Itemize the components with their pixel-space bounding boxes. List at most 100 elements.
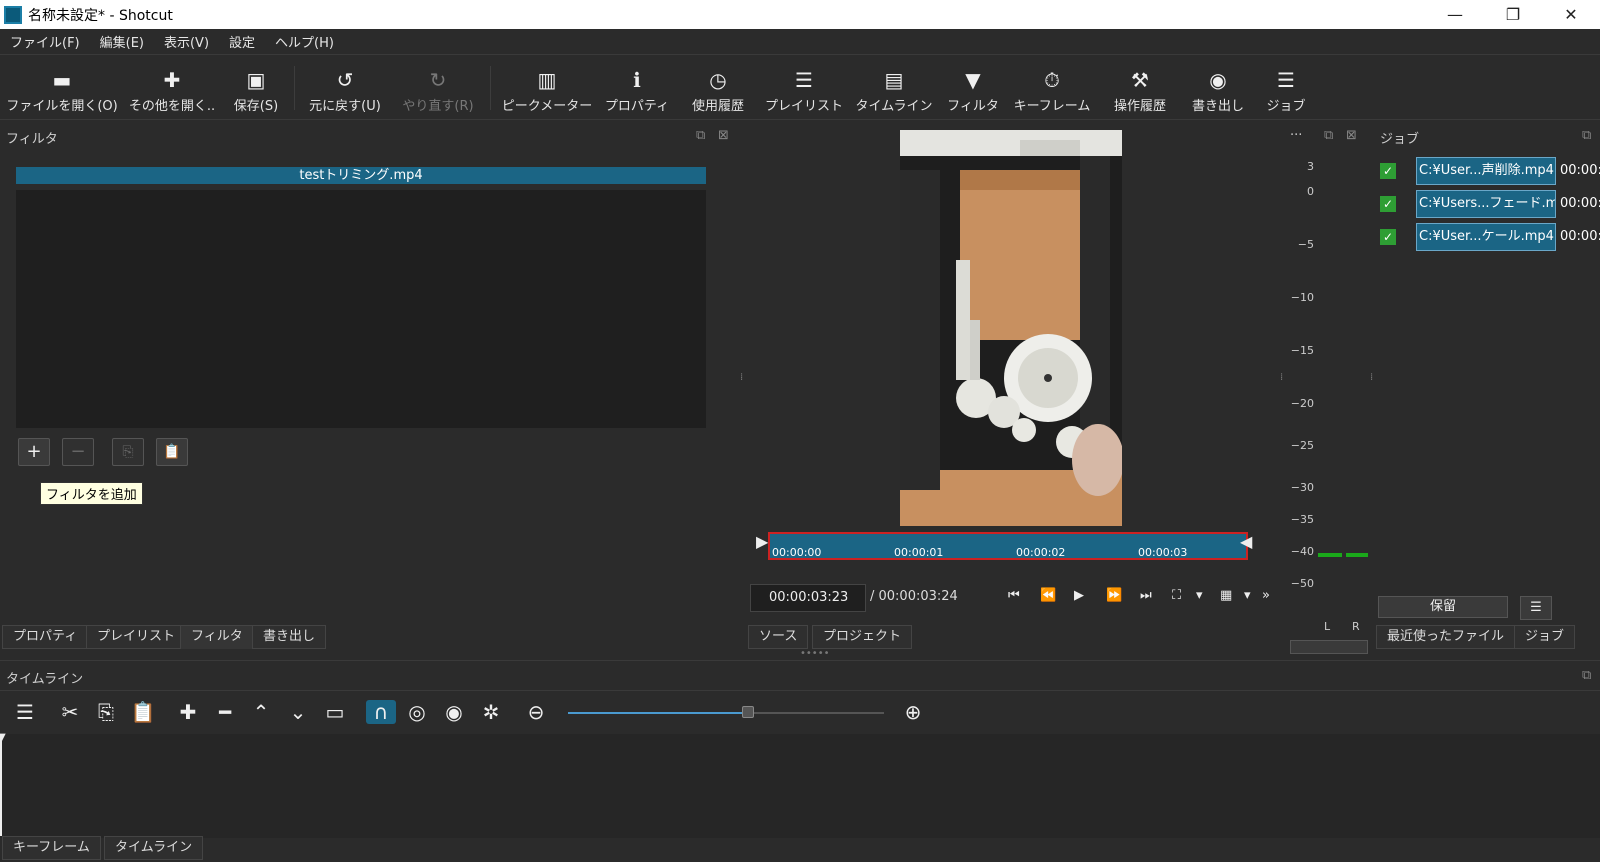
redo-icon: ↻ — [429, 68, 447, 92]
zoom-slider[interactable] — [568, 706, 884, 718]
chevron-down-icon[interactable]: ▾ — [1196, 588, 1203, 603]
audio-balance-slider[interactable] — [1290, 640, 1368, 654]
paste-icon[interactable]: 📋 — [128, 700, 158, 724]
tab-export[interactable]: 書き出し — [252, 625, 327, 649]
play-icon[interactable]: ▶ — [1074, 588, 1084, 603]
tab-playlist[interactable]: プレイリスト — [86, 625, 187, 649]
job-item[interactable]: ✓ C:¥User...声削除.mp4 00:00: — [1376, 157, 1600, 185]
close-panel-icon[interactable]: ⊠ — [1346, 128, 1357, 143]
paste-filter-button[interactable]: 📋 — [156, 438, 188, 466]
undo-button[interactable]: ↺ 元に戻す(U) — [304, 60, 386, 118]
peak-meter-button[interactable]: ▥ ピークメーター — [500, 60, 594, 118]
remove-filter-button[interactable]: − — [62, 438, 94, 466]
close-button[interactable]: ✕ — [1542, 5, 1600, 24]
main-toolbar: ▬ ファイルを開く(O) ✚ その他を開く.. ▣ 保存(S) ↺ 元に戻す(U) ↻ や… — [0, 56, 1600, 120]
minimize-button[interactable]: — — [1426, 5, 1484, 24]
timeline-button[interactable]: ▤ タイムライン — [852, 60, 936, 118]
splitter-handle[interactable]: ⁞ — [740, 373, 743, 383]
menu-edit[interactable]: 編集(E) — [90, 32, 154, 51]
append-icon[interactable]: ✚ — [173, 700, 203, 724]
save-button[interactable]: ▣ 保存(S) — [226, 60, 286, 118]
restore-button[interactable]: ❐ — [1484, 5, 1542, 24]
undock-icon[interactable]: ⧉ — [696, 128, 705, 143]
close-panel-icon[interactable]: ⊠ — [718, 128, 729, 143]
menu-view[interactable]: 表示(V) — [154, 32, 219, 51]
menu-file[interactable]: ファイル(F) — [0, 32, 90, 51]
ripple-delete-icon[interactable]: ━ — [210, 700, 240, 724]
playlist-button[interactable]: ☰ プレイリスト — [765, 60, 843, 118]
chevron-down-icon[interactable]: ▾ — [1244, 588, 1251, 603]
tab-recent-files[interactable]: 最近使ったファイル — [1376, 625, 1516, 649]
in-point-marker[interactable]: ▶ — [756, 532, 768, 551]
open-other-button[interactable]: ✚ その他を開く.. — [128, 60, 216, 118]
scrub-bar[interactable]: 00:00:00 00:00:01 00:00:02 00:00:03 — [768, 532, 1248, 560]
recent-button[interactable]: ◷ 使用履歴 — [684, 60, 752, 118]
menu-help[interactable]: ヘルプ(H) — [265, 32, 344, 51]
snap-icon[interactable]: ∩ — [366, 700, 396, 724]
scrub-while-dragging-icon[interactable]: ◎ — [402, 700, 432, 724]
hold-button[interactable]: 保留 — [1378, 596, 1508, 618]
playhead[interactable] — [0, 736, 2, 836]
tab-properties[interactable]: プロパティ — [2, 625, 89, 649]
undock-icon[interactable]: ⧉ — [1582, 128, 1591, 143]
overflow-icon[interactable]: » — [1262, 588, 1270, 603]
undock-icon[interactable]: ⧉ — [1324, 128, 1333, 143]
undo-icon: ↺ — [336, 68, 354, 92]
tab-source[interactable]: ソース — [748, 625, 809, 649]
menu-settings[interactable]: 設定 — [219, 32, 265, 51]
more-options[interactable]: ··· — [1290, 128, 1302, 143]
tab-filters[interactable]: フィルタ — [180, 625, 254, 649]
copy-icon[interactable]: ⎘ — [91, 700, 121, 724]
menu-icon[interactable]: ☰ — [10, 700, 40, 724]
playhead-marker[interactable]: ▼ — [0, 732, 6, 743]
rewind-icon[interactable]: ⏪ — [1040, 588, 1056, 603]
export-button[interactable]: ◉ 書き出し — [1186, 60, 1250, 118]
timeline-tracks[interactable] — [0, 734, 1600, 838]
filters-button[interactable]: ▼ フィルタ — [944, 60, 1002, 118]
out-point-marker[interactable]: ◀ — [1240, 532, 1252, 551]
add-filter-button[interactable]: + — [18, 438, 50, 466]
job-name: C:¥Users...フェード.mp4 — [1416, 190, 1556, 218]
zoom-out-icon[interactable]: ⊖ — [521, 700, 551, 724]
skip-next-icon[interactable]: ⏭ — [1140, 588, 1152, 603]
splitter-handle[interactable]: ••••• — [800, 648, 830, 659]
zoom-in-icon[interactable]: ⊕ — [898, 700, 928, 724]
split-icon[interactable]: ▭ — [320, 700, 350, 724]
zoom-fit-icon[interactable]: ⛶ — [1172, 588, 1181, 603]
open-file-button[interactable]: ▬ ファイルを開く(O) — [6, 60, 117, 118]
scrub-tick-label: 00:00:03 — [1138, 546, 1188, 559]
jobs-button[interactable]: ☰ ジョブ — [1262, 60, 1310, 118]
grid-icon[interactable]: ▦ — [1220, 588, 1232, 603]
video-preview[interactable] — [900, 130, 1122, 526]
splitter-handle[interactable]: ⁞ — [1370, 373, 1373, 383]
undock-icon[interactable]: ⧉ — [1582, 668, 1591, 683]
splitter-handle[interactable]: ⁞ — [1280, 373, 1283, 383]
ripple-icon[interactable]: ◉ — [439, 700, 469, 724]
zoom-slider-handle[interactable] — [742, 706, 755, 718]
lift-icon[interactable]: ⌃ — [246, 700, 276, 724]
meter-label: −25 — [1290, 439, 1314, 452]
tab-project[interactable]: プロジェクト — [812, 625, 913, 649]
jobs-menu-button[interactable]: ☰ — [1520, 596, 1552, 620]
overwrite-icon[interactable]: ⌄ — [283, 700, 313, 724]
ripple-all-icon[interactable]: ✲ — [476, 700, 506, 724]
tab-timeline[interactable]: タイムライン — [104, 836, 204, 860]
checkmark-icon: ✓ — [1380, 196, 1396, 212]
filter-list[interactable] — [16, 190, 706, 428]
properties-button[interactable]: ℹ プロパティ — [604, 60, 670, 118]
redo-button[interactable]: ↻ やり直す(R) — [398, 60, 478, 118]
keyframes-button[interactable]: ⏱ キーフレーム — [1010, 60, 1094, 118]
timecode-position[interactable]: 00:00:03:23 — [750, 584, 866, 612]
job-item[interactable]: ✓ C:¥Users...フェード.mp4 00:00: — [1376, 190, 1600, 218]
skip-previous-icon[interactable]: ⏮ — [1008, 588, 1020, 603]
meter-level-right — [1346, 553, 1368, 557]
window-title: 名称未設定* - Shotcut — [28, 7, 173, 24]
timeline-icon: ▤ — [884, 68, 904, 92]
cut-icon[interactable]: ✂ — [55, 700, 85, 724]
job-item[interactable]: ✓ C:¥User...ケール.mp4 00:00: — [1376, 223, 1600, 251]
history-button[interactable]: ⚒ 操作履歴 — [1106, 60, 1174, 118]
copy-filter-button[interactable]: ⎘ — [112, 438, 144, 466]
tab-jobs[interactable]: ジョブ — [1514, 625, 1576, 649]
fast-forward-icon[interactable]: ⏩ — [1106, 588, 1122, 603]
tab-keyframes[interactable]: キーフレーム — [2, 836, 101, 860]
